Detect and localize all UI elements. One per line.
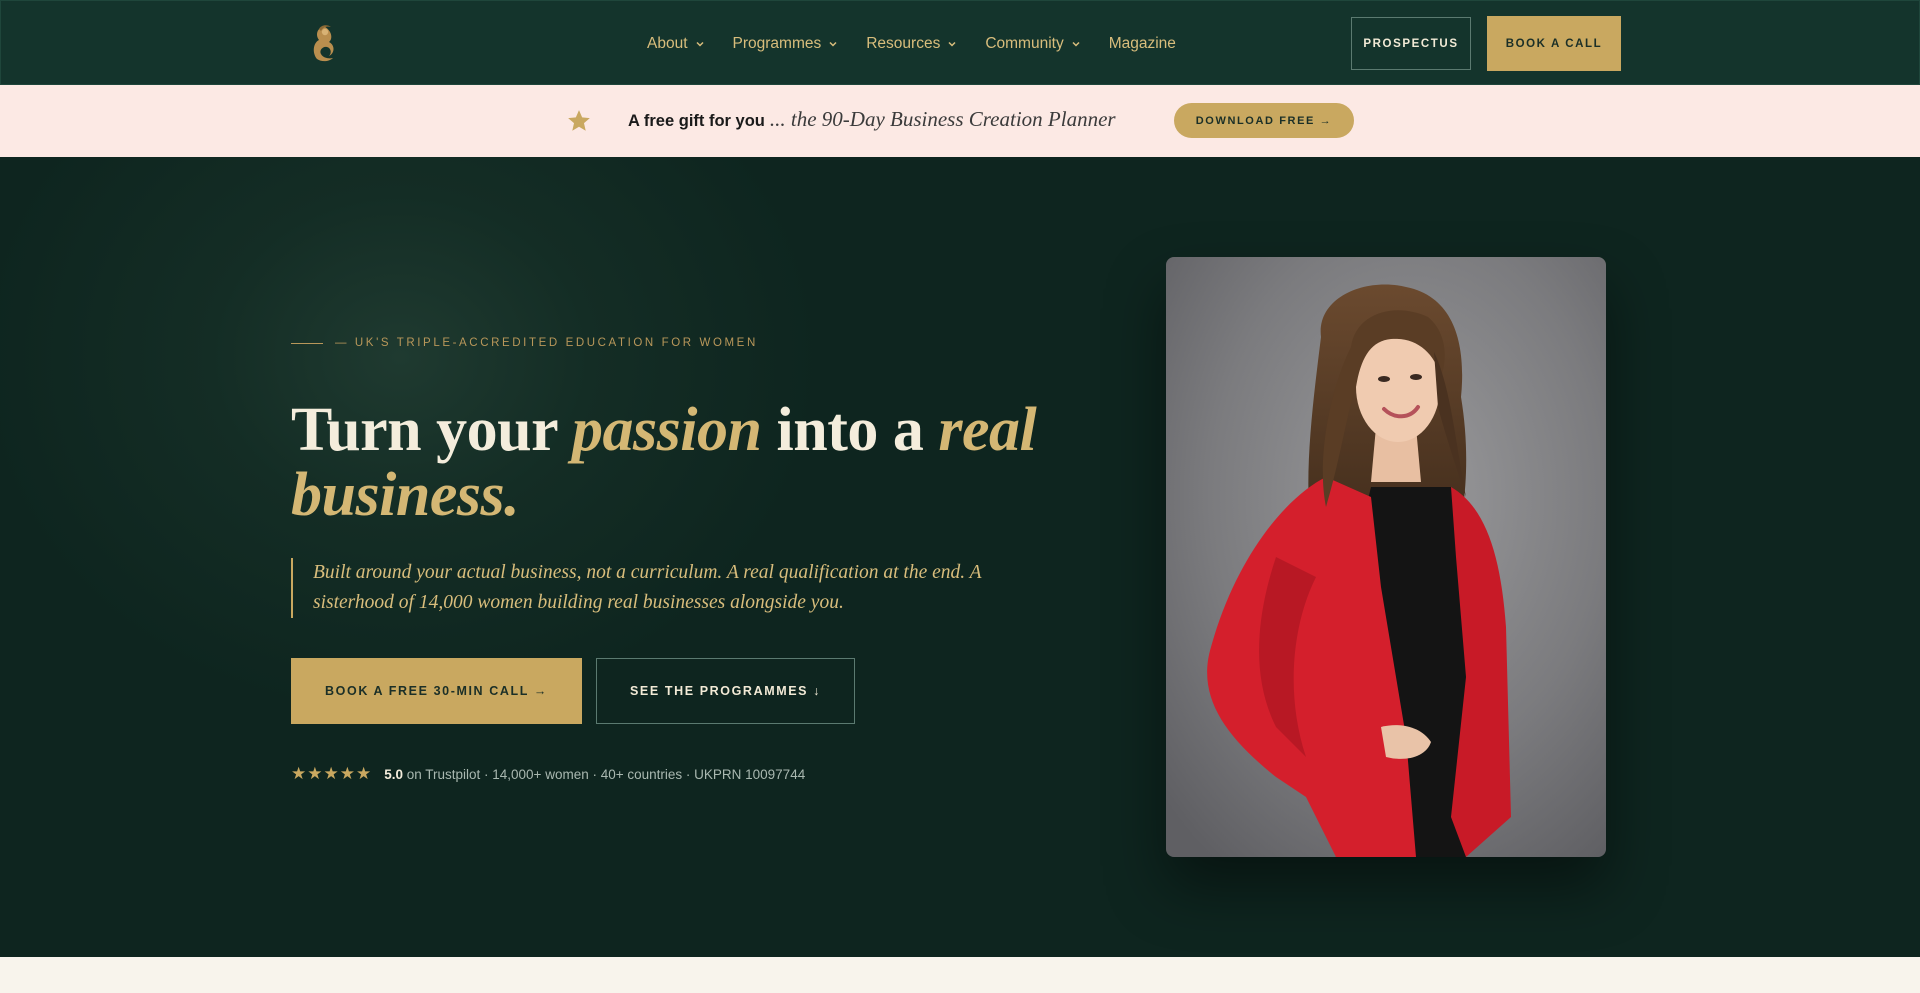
headline-part-1: Turn your [291, 396, 573, 464]
promo-banner: A free gift for you ... the 90-Day Busin… [0, 85, 1920, 157]
rating-text: 5.0 on Trustpilot · 14,000+ women · 40+ … [384, 767, 805, 782]
hero-headline: Turn your passion into a real business. [291, 398, 1051, 528]
hero-eyebrow: — UK'S TRIPLE-ACCREDITED EDUCATION FOR W… [291, 337, 758, 349]
book-free-call-button[interactable]: BOOK A FREE 30-MIN CALL → [291, 658, 582, 724]
top-navigation: About Programmes Resources Community Mag… [0, 0, 1920, 85]
nav-resources[interactable]: Resources [866, 35, 957, 53]
rating-score: 5.0 [384, 766, 403, 782]
eyebrow-text: — UK'S TRIPLE-ACCREDITED EDUCATION FOR W… [335, 337, 758, 349]
chevron-down-icon [695, 41, 704, 47]
chevron-down-icon [1072, 41, 1080, 47]
hero-section [0, 157, 1920, 957]
nav-about-label: About [647, 34, 688, 52]
hero-portrait-image [1166, 257, 1606, 857]
nav-resources-label: Resources [866, 34, 941, 52]
star-icon [568, 110, 590, 131]
rating-stars-icon: ★★★★★ [291, 764, 373, 783]
rating-details: on Trustpilot · 14,000+ women · 40+ coun… [402, 766, 806, 782]
nav-community-label: Community [985, 34, 1064, 52]
nav-community[interactable]: Community [985, 35, 1080, 53]
eyebrow-divider [291, 342, 323, 344]
see-programmes-button[interactable]: SEE THE PROGRAMMES ↓ [596, 658, 855, 724]
nav-magazine-label: Magazine [1108, 34, 1176, 52]
promo-message: A free gift for you ... the 90-Day Busin… [628, 107, 1116, 135]
promo-bold-text: A free gift for you [628, 112, 765, 130]
chevron-down-icon [829, 41, 837, 47]
nav-programmes[interactable]: Programmes [733, 35, 839, 53]
mermaid-logo-icon[interactable] [307, 23, 341, 63]
headline-accent-passion: passion [572, 396, 762, 464]
headline-part-2: into a [761, 396, 939, 464]
nav-magazine[interactable]: Magazine [1109, 35, 1176, 53]
nav-about[interactable]: About [647, 35, 705, 53]
chevron-down-icon [948, 41, 956, 47]
trust-rating: ★★★★★ 5.0 on Trustpilot · 14,000+ women … [291, 764, 805, 784]
download-free-button[interactable]: DOWNLOAD FREE → [1174, 103, 1354, 138]
book-call-button[interactable]: BOOK A CALL [1487, 16, 1621, 71]
nav-programmes-label: Programmes [732, 34, 822, 52]
hero-quote: Built around your actual business, not a… [291, 558, 1031, 618]
promo-italic-text: ... the 90-Day Business Creation Planner [769, 107, 1116, 131]
main-menu: About Programmes Resources Community Mag… [647, 1, 1176, 86]
prospectus-button[interactable]: PROSPECTUS [1351, 17, 1471, 70]
